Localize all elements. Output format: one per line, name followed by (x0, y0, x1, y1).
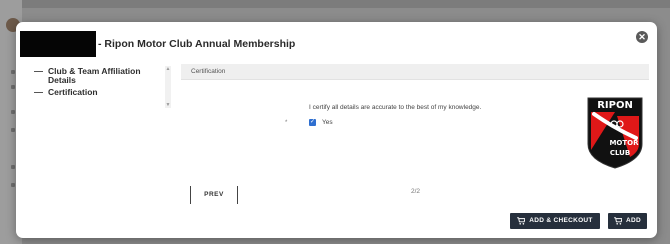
logo-text-motor: MOTOR (609, 139, 639, 147)
background-nav-icon (11, 183, 15, 187)
certify-checkbox[interactable]: ✓ (309, 119, 316, 126)
step-label: Club & Team Affiliation Details (48, 66, 141, 85)
prev-button[interactable]: PREV (190, 186, 238, 204)
close-icon[interactable]: ✕ (636, 31, 648, 43)
step-item-certification[interactable]: Certification (34, 88, 164, 97)
membership-modal: - Ripon Motor Club Annual Membership ✕ C… (16, 22, 657, 238)
cart-icon (614, 217, 622, 225)
page-indicator: 2/2 (411, 188, 421, 195)
scroll-down-icon[interactable]: ▼ (165, 102, 171, 108)
background-nav-icon (11, 110, 15, 114)
background-nav-icon (11, 165, 15, 169)
step-label: Certification (48, 87, 98, 97)
logo-text-top: RIPON (597, 100, 633, 111)
add-label: ADD (626, 217, 641, 224)
certify-statement: I certify all details are accurate to th… (309, 104, 482, 111)
ripon-motor-club-logo: RIPON MOTOR CLUB (587, 97, 643, 169)
add-and-checkout-label: ADD & CHECKOUT (529, 217, 593, 224)
modal-title-row: - Ripon Motor Club Annual Membership (20, 31, 296, 57)
step-list-scrollbar[interactable]: ▲ ▼ (165, 66, 171, 108)
redacted-name (20, 31, 96, 57)
required-marker: * (285, 120, 288, 126)
cart-icon (517, 217, 526, 225)
certification-panel: Certification I certify all details are … (181, 64, 649, 199)
background-nav-icon (11, 85, 15, 89)
logo-text-club: CLUB (610, 149, 630, 157)
background-nav-icon (11, 70, 15, 74)
step-dash (34, 71, 43, 72)
background-nav-icon (11, 128, 15, 132)
modal-title: - Ripon Motor Club Annual Membership (98, 38, 296, 50)
add-button[interactable]: ADD (608, 213, 647, 229)
certify-checkbox-label[interactable]: Yes (322, 119, 333, 126)
scroll-up-icon[interactable]: ▲ (165, 66, 171, 72)
step-item-club-affiliation[interactable]: Club & Team Affiliation Details (34, 67, 164, 85)
step-list: Club & Team Affiliation Details Certific… (34, 67, 164, 100)
panel-header: Certification (181, 64, 649, 80)
step-dash (34, 92, 43, 93)
add-and-checkout-button[interactable]: ADD & CHECKOUT (510, 213, 600, 229)
certify-checkbox-row[interactable]: ✓ Yes (309, 119, 333, 126)
background-top-bar (0, 0, 670, 8)
